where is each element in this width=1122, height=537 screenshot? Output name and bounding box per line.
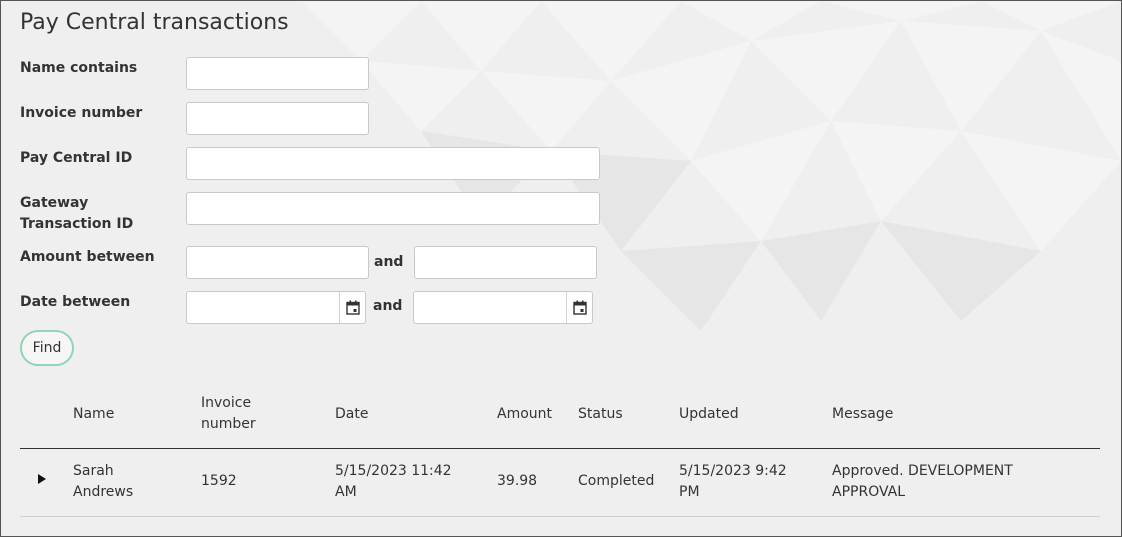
row-message: Approved. DEVELOPMENT APPROVAL (832, 463, 1013, 500)
table-header-divider (20, 448, 1100, 449)
name-input[interactable] (186, 57, 369, 90)
row-name: Sarah Andrews (73, 463, 134, 500)
column-header-message[interactable]: Message (832, 404, 893, 425)
calendar-icon (345, 300, 360, 315)
invoice-number-label: Invoice number (20, 105, 143, 121)
expand-row-icon[interactable] (37, 473, 47, 485)
pay-central-id-input[interactable] (186, 147, 600, 180)
page-title: Pay Central transactions (20, 10, 289, 35)
row-invoice: 1592 (201, 473, 237, 489)
pay-central-id-label: Pay Central ID (20, 150, 133, 166)
gateway-transaction-id-input[interactable] (186, 192, 600, 225)
amount-to-input[interactable] (414, 246, 597, 279)
row-amount: 39.98 (497, 473, 538, 489)
date-from-calendar-button[interactable] (339, 292, 365, 323)
date-to-calendar-button[interactable] (566, 292, 592, 323)
date-from-field[interactable] (186, 291, 366, 324)
column-header-status[interactable]: Status (578, 404, 623, 425)
column-header-amount[interactable]: Amount (497, 404, 552, 425)
column-header-date[interactable]: Date (335, 404, 368, 425)
date-and-label: and (373, 298, 403, 314)
column-header-updated[interactable]: Updated (679, 404, 739, 425)
row-status: Completed (578, 473, 655, 489)
find-button[interactable]: Find (20, 330, 74, 366)
date-to-field[interactable] (413, 291, 593, 324)
amount-between-label: Amount between (20, 249, 155, 265)
calendar-icon (572, 300, 587, 315)
table-row-divider (20, 516, 1100, 517)
row-updated: 5/15/2023 9:42 PM (679, 463, 787, 500)
gateway-transaction-id-label: Gateway Transaction ID (20, 195, 134, 232)
transactions-panel: Pay Central transactions Name contains I… (0, 0, 1122, 537)
amount-from-input[interactable] (186, 246, 369, 279)
amount-and-label: and (374, 254, 404, 270)
column-header-name[interactable]: Name (73, 404, 114, 425)
invoice-number-input[interactable] (186, 102, 369, 135)
column-header-invoice-number[interactable]: Invoice number (201, 393, 281, 435)
name-label: Name contains (20, 60, 138, 76)
row-date: 5/15/2023 11:42 AM (335, 463, 452, 500)
date-between-label: Date between (20, 294, 131, 310)
